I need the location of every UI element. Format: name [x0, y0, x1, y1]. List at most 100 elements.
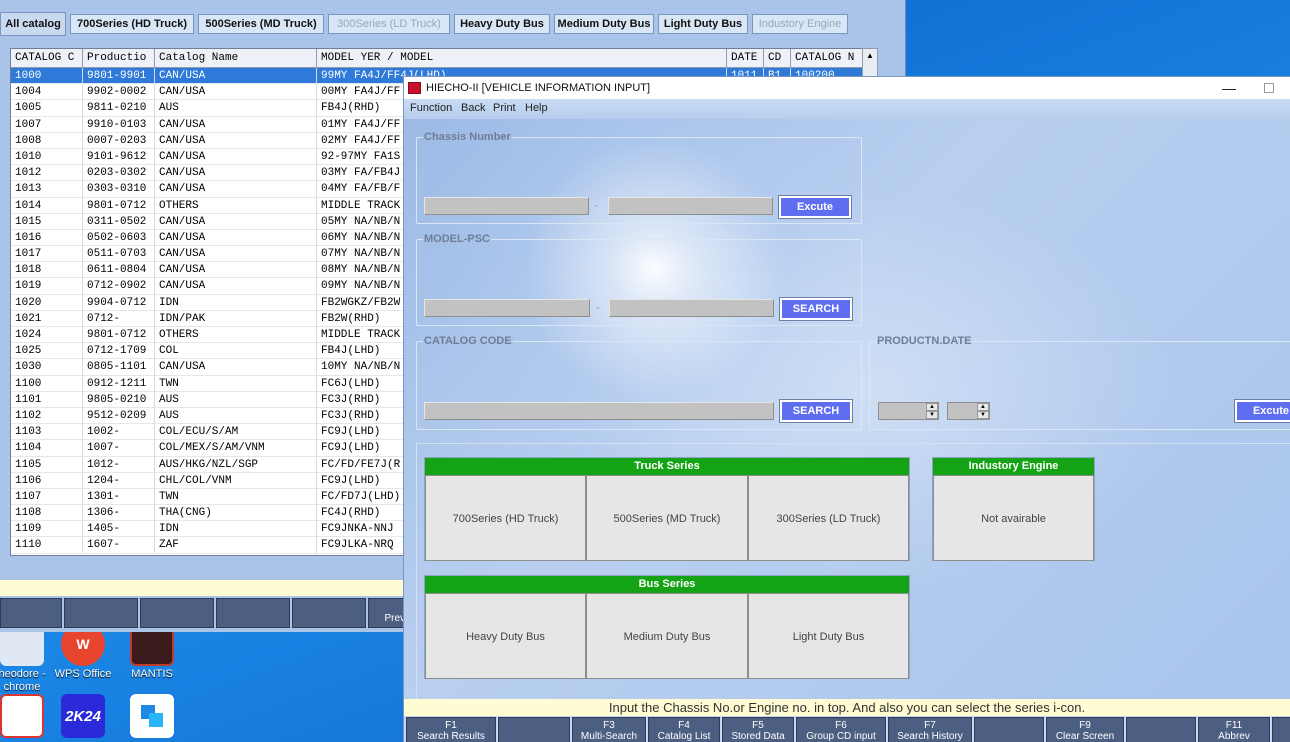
table-cell: 0511-0703 — [83, 246, 155, 263]
menu-print[interactable]: Print — [493, 102, 516, 114]
table-cell: 1024 — [11, 327, 83, 343]
status-bar: Input the Chassis No.or Engine no. in to… — [404, 699, 1290, 716]
catalog-code-field[interactable] — [424, 402, 774, 420]
minimize-icon[interactable]: — — [1222, 77, 1236, 99]
tab-heavy-duty-bus[interactable]: Heavy Duty Bus — [454, 14, 550, 34]
chassis-number-field-1[interactable] — [424, 197, 589, 215]
table-cell: COL — [155, 343, 317, 360]
catalog-code-search-button[interactable]: SEARCH — [780, 400, 852, 422]
tab-700series[interactable]: 700Series (HD Truck) — [70, 14, 194, 34]
column-header[interactable]: CATALOG N — [791, 49, 863, 68]
nimboy-icon — [0, 694, 44, 738]
table-cell: 1101 — [11, 391, 83, 408]
function-key-f4[interactable]: F4 Catalog List — [648, 717, 720, 742]
table-cell: 9904-0712 — [83, 294, 155, 311]
table-cell: 1110 — [11, 537, 83, 554]
desktop-icon-tv-app[interactable] — [112, 694, 192, 740]
500series-md-truck-button[interactable]: 500Series (MD Truck) — [586, 475, 748, 561]
function-key-f1[interactable]: F1 Search Results — [406, 717, 496, 742]
column-header[interactable]: Catalog Name — [155, 49, 317, 68]
menu-help[interactable]: Help — [525, 102, 548, 114]
function-key-blank[interactable] — [1126, 717, 1196, 742]
truck-series-header: Truck Series — [425, 458, 909, 475]
function-key-label: Abbrev — [1218, 731, 1250, 742]
function-key[interactable] — [64, 598, 138, 628]
menu-back[interactable]: Back — [461, 102, 485, 114]
function-key-blank[interactable] — [498, 717, 570, 742]
function-key-f3[interactable]: F3 Multi-Search — [572, 717, 646, 742]
700series-hd-truck-button[interactable]: 700Series (HD Truck) — [425, 475, 586, 561]
table-cell: IDN/PAK — [155, 310, 317, 327]
table-cell: 1019 — [11, 278, 83, 295]
spinner-down-icon[interactable]: ▼ — [977, 411, 989, 419]
production-date-legend: PRODUCTN.DATE — [877, 335, 972, 347]
table-cell: 0007-0203 — [83, 132, 155, 149]
menu-function[interactable]: Function — [410, 102, 452, 114]
tab-300series[interactable]: 300Series (LD Truck) — [328, 14, 450, 34]
function-key[interactable] — [140, 598, 214, 628]
column-header[interactable]: CD — [764, 49, 791, 68]
production-year-spinner[interactable]: ▲ ▼ — [878, 402, 939, 420]
prev-function-key[interactable]: Prev — [368, 598, 408, 628]
table-cell: 1013 — [11, 181, 83, 198]
function-key[interactable] — [0, 598, 62, 628]
function-key-blank[interactable] — [974, 717, 1044, 742]
table-cell: 1102 — [11, 407, 83, 424]
table-cell: AUS — [155, 100, 317, 117]
function-key-f5[interactable]: F5 Stored Data — [722, 717, 794, 742]
industory-engine-panel: Industory Engine Not avairable — [932, 457, 1095, 561]
300series-ld-truck-button[interactable]: 300Series (LD Truck) — [748, 475, 909, 561]
column-header[interactable]: Productio — [83, 49, 155, 68]
maximize-icon[interactable] — [1264, 83, 1274, 93]
production-month-spinner[interactable]: ▲ ▼ — [947, 402, 990, 420]
desktop-icon-label: MANTIS — [131, 668, 173, 680]
chassis-excute-button[interactable]: Excute — [779, 196, 851, 218]
tab-industory-engine[interactable]: Industory Engine — [752, 14, 848, 34]
catalog-code-legend: CATALOG CODE — [424, 335, 512, 347]
scroll-up-arrow[interactable]: ▲ — [862, 48, 878, 78]
title-bar: HIECHO-II [VEHICLE INFORMATION INPUT] — — [404, 77, 1290, 99]
tab-all-catalog[interactable]: All catalog — [0, 12, 66, 36]
spinner-down-icon[interactable]: ▼ — [926, 411, 938, 419]
table-cell: CAN/USA — [155, 132, 317, 149]
heavy-duty-bus-button[interactable]: Heavy Duty Bus — [425, 593, 586, 679]
column-header[interactable]: DATE — [727, 49, 764, 68]
table-cell: 1014 — [11, 197, 83, 214]
function-key[interactable] — [292, 598, 366, 628]
spinner-up-icon[interactable]: ▲ — [926, 403, 938, 411]
function-key-f11[interactable]: F11 Abbrev — [1198, 717, 1270, 742]
spinner-up-icon[interactable]: ▲ — [977, 403, 989, 411]
function-key-f6[interactable]: F6 Group CD input — [796, 717, 886, 742]
table-cell: 0303-0310 — [83, 181, 155, 198]
function-key-label: Search History — [897, 731, 963, 742]
tab-medium-duty-bus[interactable]: Medium Duty Bus — [554, 14, 654, 34]
catalog-tab-bar: All catalog 700Series (HD Truck) 500Seri… — [0, 12, 906, 36]
model-psc-field-1[interactable] — [424, 299, 590, 317]
desktop-icon-label: chrome — [3, 681, 41, 693]
table-cell: CAN/USA — [155, 229, 317, 246]
function-key[interactable] — [216, 598, 290, 628]
column-header[interactable]: MODEL YER / MODEL — [317, 49, 727, 68]
model-search-button[interactable]: SEARCH — [780, 298, 852, 320]
model-psc-field-2[interactable] — [609, 299, 774, 317]
function-key-blank[interactable] — [1272, 717, 1290, 742]
function-key-f7[interactable]: F7 Search History — [888, 717, 972, 742]
production-date-excute-button[interactable]: Excute — [1235, 400, 1290, 422]
table-cell: 1008 — [11, 132, 83, 149]
table-cell: CAN/USA — [155, 148, 317, 165]
industory-engine-button[interactable]: Not avairable — [933, 475, 1094, 561]
tab-500series[interactable]: 500Series (MD Truck) — [198, 14, 324, 34]
light-duty-bus-button[interactable]: Light Duty Bus — [748, 593, 909, 679]
table-cell: 1106 — [11, 472, 83, 489]
tab-light-duty-bus[interactable]: Light Duty Bus — [658, 14, 748, 34]
table-cell: 1007 — [11, 116, 83, 133]
function-key-f9[interactable]: F9 Clear Screen — [1046, 717, 1124, 742]
chassis-number-field-2[interactable] — [608, 197, 773, 215]
table-cell: 1025 — [11, 343, 83, 360]
medium-duty-bus-button[interactable]: Medium Duty Bus — [586, 593, 748, 679]
table-cell: 1306- — [83, 505, 155, 522]
table-cell: ZAF — [155, 537, 317, 554]
desktop-icon-2k24[interactable]: 2K24 — [43, 694, 123, 740]
window-title: HIECHO-II [VEHICLE INFORMATION INPUT] — [426, 82, 651, 94]
column-header[interactable]: CATALOG C — [11, 49, 83, 68]
